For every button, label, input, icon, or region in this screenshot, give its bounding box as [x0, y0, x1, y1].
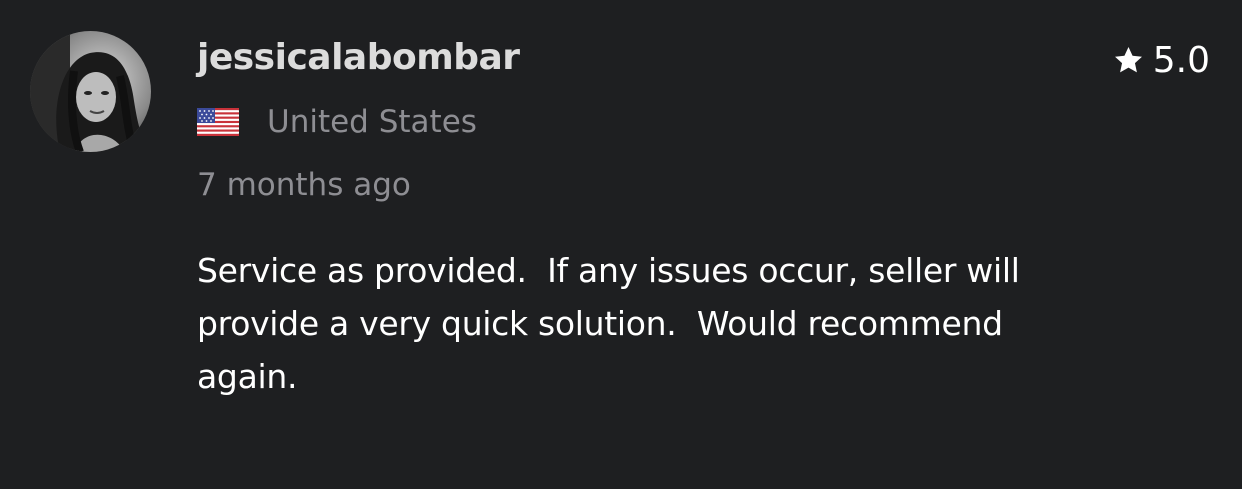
reviewer-location: United States	[197, 104, 477, 140]
rating-value: 5.0	[1152, 40, 1210, 81]
star-icon	[1114, 47, 1142, 73]
reviewer-username[interactable]: jessicalabombar	[197, 37, 520, 78]
review-timestamp: 7 months ago	[197, 167, 411, 203]
us-flag-icon	[197, 108, 239, 136]
reviewer-country: United States	[267, 104, 477, 140]
review-text: Service as provided. If any issues occur…	[197, 251, 1020, 396]
review-card: jessicalabombar 5.0 United States 7 mont…	[0, 0, 1242, 489]
avatar-photo	[30, 31, 151, 152]
review-rating: 5.0	[1112, 40, 1210, 81]
avatar[interactable]	[30, 31, 151, 152]
